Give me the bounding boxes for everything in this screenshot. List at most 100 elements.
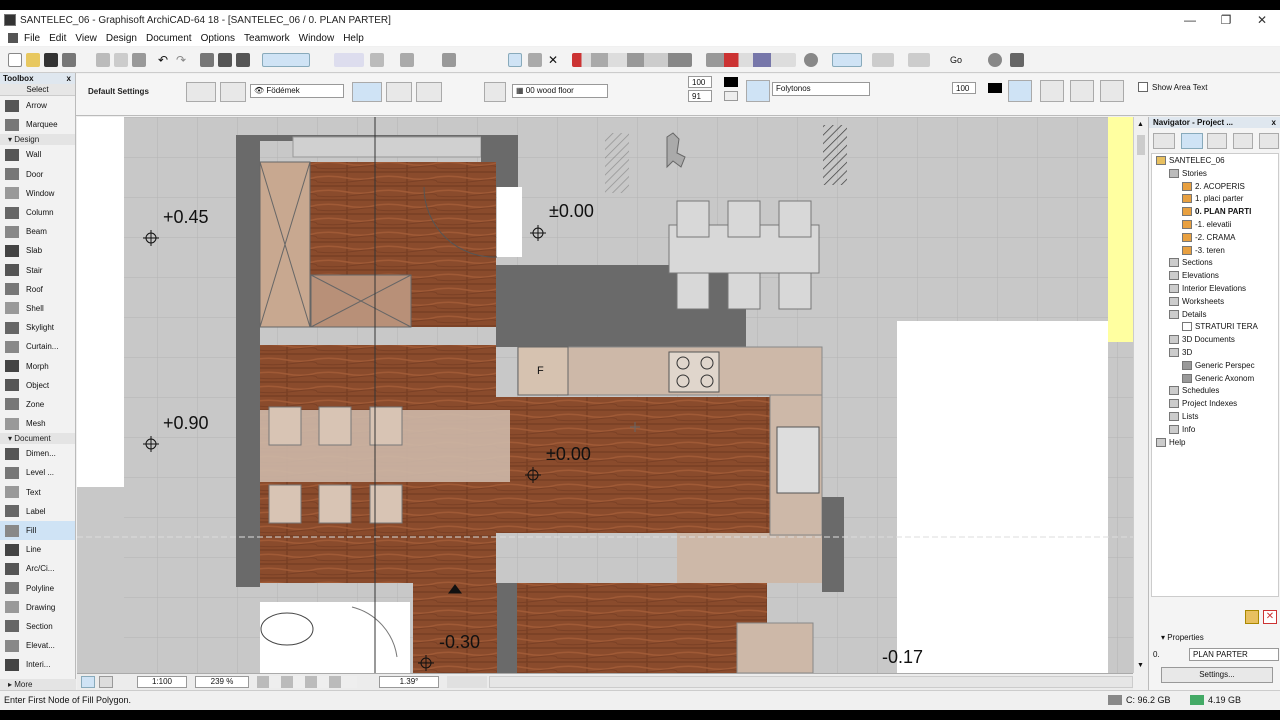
- save-icon[interactable]: [44, 53, 58, 67]
- canvas-horizontal-scrollbar[interactable]: [489, 676, 1133, 688]
- tree-story[interactable]: -1. elevatii: [1182, 220, 1231, 229]
- line-type-icon[interactable]: [746, 80, 770, 102]
- walk-icon[interactable]: [1010, 53, 1024, 67]
- project-map-icon[interactable]: [1153, 133, 1175, 149]
- syringe-icon[interactable]: [236, 53, 250, 67]
- tree-item[interactable]: Worksheets: [1169, 296, 1224, 306]
- tool-interi[interactable]: Interi...: [0, 655, 75, 674]
- print-icon[interactable]: [62, 53, 76, 67]
- menu-view[interactable]: View: [75, 33, 97, 44]
- publisher-sets-icon[interactable]: [1233, 133, 1253, 149]
- new-file-icon[interactable]: [8, 53, 22, 67]
- tree-item[interactable]: Info: [1169, 424, 1195, 434]
- rectangle-method-button[interactable]: [386, 82, 412, 102]
- tool-drawing[interactable]: Drawing: [0, 598, 75, 617]
- tool-text[interactable]: Text: [0, 483, 75, 502]
- restore-button[interactable]: ❐: [1208, 10, 1244, 30]
- tool-arc-ci[interactable]: Arc/Ci...: [0, 559, 75, 578]
- menu-document[interactable]: Document: [146, 33, 192, 44]
- tool-line[interactable]: Line: [0, 540, 75, 559]
- tree-item[interactable]: Elevations: [1169, 271, 1219, 281]
- tree-item[interactable]: Schedules: [1169, 386, 1219, 396]
- cut-icon[interactable]: [96, 53, 110, 67]
- tool-column[interactable]: Column: [0, 203, 75, 222]
- property-name-field[interactable]: PLAN PARTER: [1189, 648, 1279, 661]
- tool-slab[interactable]: Slab: [0, 241, 75, 260]
- navigator-close-button[interactable]: x: [1272, 117, 1276, 128]
- tool-object[interactable]: Object: [0, 376, 75, 395]
- grid-snap-icon[interactable]: [370, 53, 384, 67]
- pen-b-field[interactable]: 91: [688, 90, 712, 102]
- find-select-icon[interactable]: [200, 53, 214, 67]
- tree-story[interactable]: -2. CRAMA: [1182, 232, 1235, 242]
- tool-window[interactable]: Window: [0, 184, 75, 203]
- tool-fill[interactable]: Fill: [0, 520, 75, 541]
- tool-mesh[interactable]: Mesh: [0, 414, 75, 433]
- grid-icon[interactable]: [528, 53, 542, 67]
- tool-beam[interactable]: Beam: [0, 222, 75, 241]
- toolbox-close-button[interactable]: x: [67, 73, 71, 84]
- show-area-text-checkbox[interactable]: [1138, 82, 1148, 92]
- view-toolbar[interactable]: [706, 53, 796, 67]
- tree-item[interactable]: Sections: [1169, 258, 1213, 268]
- settings-button[interactable]: Settings...: [1161, 667, 1273, 683]
- delete-icon[interactable]: ✕: [1263, 610, 1277, 624]
- tree-help[interactable]: Help: [1156, 437, 1185, 447]
- tool-skylight[interactable]: Skylight: [0, 318, 75, 337]
- tool-level[interactable]: Level ...: [0, 463, 75, 482]
- close-window-button[interactable]: ✕: [1244, 10, 1280, 30]
- magic-wand-icon[interactable]: [508, 53, 522, 67]
- canvas-vertical-scrollbar[interactable]: ▲ ▼: [1133, 117, 1148, 673]
- tree-item[interactable]: Details: [1169, 309, 1206, 319]
- tree-story[interactable]: -3. teren: [1182, 245, 1225, 255]
- tree-item[interactable]: 3D: [1169, 348, 1192, 357]
- minimize-button[interactable]: —: [1172, 10, 1208, 30]
- tree-3d-view[interactable]: Generic Perspec: [1182, 360, 1255, 370]
- layout-book-icon[interactable]: [1207, 133, 1227, 149]
- new-folder-icon[interactable]: [1245, 610, 1259, 624]
- tool-arrow[interactable]: Arrow: [0, 96, 75, 115]
- zoom-tools-icon[interactable]: [447, 676, 487, 688]
- paste-icon[interactable]: [132, 53, 146, 67]
- tree-story[interactable]: 1. placi parter: [1182, 194, 1243, 204]
- menu-help[interactable]: Help: [343, 33, 364, 44]
- redo-icon[interactable]: ↷: [174, 53, 188, 67]
- menu-edit[interactable]: Edit: [49, 33, 66, 44]
- tree-item[interactable]: Project Indexes: [1169, 399, 1237, 409]
- tool-polyline[interactable]: Polyline: [0, 579, 75, 598]
- fill-favorites-button[interactable]: [1100, 80, 1124, 102]
- menu-file[interactable]: File: [24, 33, 40, 44]
- zoom-navigation-buttons[interactable]: [257, 676, 357, 688]
- snap-icon[interactable]: [334, 53, 364, 67]
- line-type-selector[interactable]: Folytonos: [772, 82, 870, 96]
- select-tool-header[interactable]: Select: [0, 84, 75, 96]
- tree-project[interactable]: SANTELEC_06: [1156, 156, 1225, 165]
- tool-shell[interactable]: Shell: [0, 299, 75, 318]
- edit-operations-toolbar[interactable]: [572, 53, 692, 67]
- copy-icon[interactable]: [114, 53, 128, 67]
- rotated-rectangle-button[interactable]: [416, 82, 442, 102]
- menu-window[interactable]: Window: [299, 33, 335, 44]
- tool-section[interactable]: Section: [0, 617, 75, 636]
- 3d-view-icon[interactable]: [804, 53, 818, 67]
- scale-field[interactable]: 1:100: [137, 676, 187, 688]
- tree-story[interactable]: 0. PLAN PARTI: [1182, 207, 1251, 217]
- fill-type-selector[interactable]: ▦ 00 wood floor: [512, 84, 608, 98]
- trace-icon[interactable]: [442, 53, 456, 67]
- tool-marquee[interactable]: Marquee: [0, 115, 75, 134]
- tool-dimen[interactable]: Dimen...: [0, 444, 75, 463]
- polygon-method-button[interactable]: [352, 82, 382, 102]
- publish-icon[interactable]: [908, 53, 930, 67]
- fill-type-button[interactable]: [220, 82, 246, 102]
- fill-area-button[interactable]: [1070, 80, 1094, 102]
- tree-stories[interactable]: Stories: [1169, 168, 1207, 178]
- layer-selector[interactable]: 👁 Födémek: [250, 84, 344, 98]
- tree-item[interactable]: 3D Documents: [1169, 335, 1235, 345]
- pen-a-field[interactable]: 100: [688, 76, 712, 88]
- tree-3d-view[interactable]: Generic Axonom: [1182, 373, 1254, 383]
- eyedropper-icon[interactable]: [218, 53, 232, 67]
- layer-icon[interactable]: [400, 53, 414, 67]
- tool-zone[interactable]: Zone: [0, 395, 75, 414]
- zoom-field[interactable]: 239 %: [195, 676, 249, 688]
- tool-morph[interactable]: Morph: [0, 356, 75, 375]
